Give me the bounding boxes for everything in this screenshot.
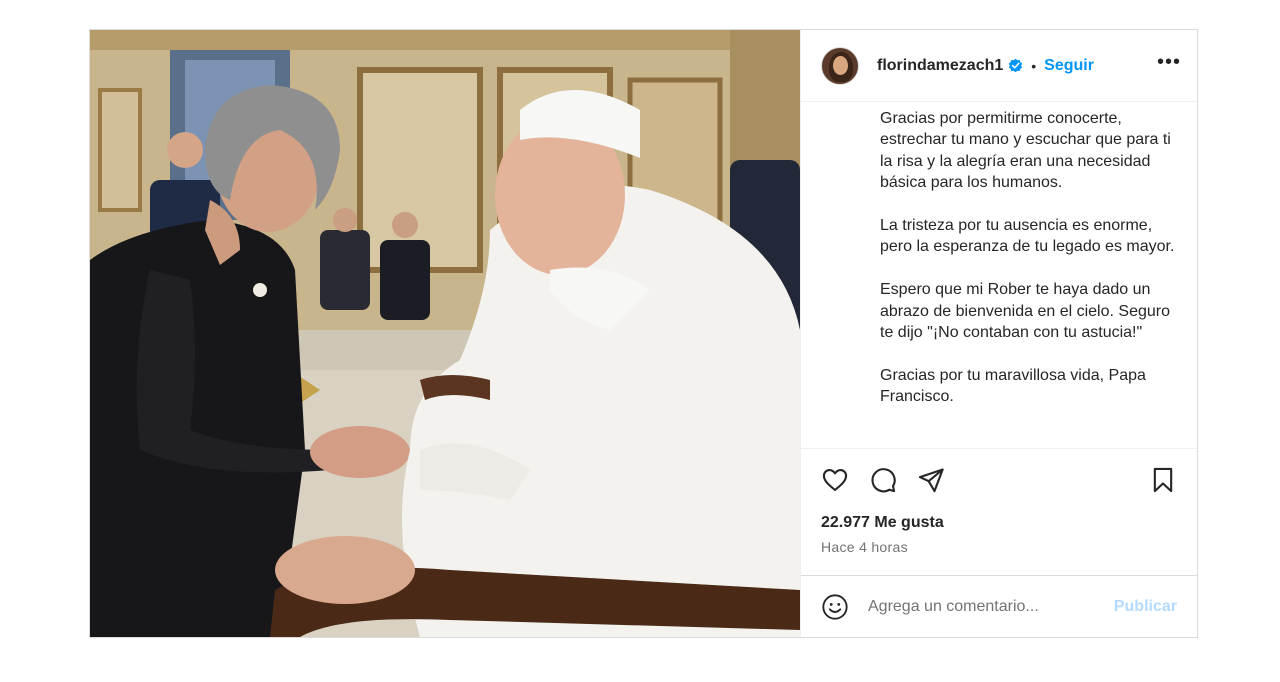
caption-paragraph: Espero que mi Rober te haya dado un abra…	[880, 281, 1170, 342]
instagram-post: florindamezach1 • Seguir ••• Gracias por…	[89, 29, 1198, 638]
username-link[interactable]: florindamezach1	[877, 57, 1003, 75]
heart-icon[interactable]	[821, 466, 849, 494]
caption-paragraph: La tristeza por tu ausencia es enorme, p…	[880, 217, 1175, 256]
share-icon[interactable]	[917, 466, 945, 494]
comment-input[interactable]	[868, 597, 1114, 616]
post-photo[interactable]	[90, 30, 800, 637]
likes-count[interactable]: 22.977 Me gusta	[801, 511, 1197, 535]
post-sidebar: florindamezach1 • Seguir ••• Gracias por…	[800, 30, 1197, 637]
caption-paragraph: Gracias por tu maravillosa vida, Papa Fr…	[880, 366, 1146, 406]
caption-paragraph: Gracias por permitirme conocerte, estrec…	[880, 110, 1171, 192]
post-actions	[801, 448, 1197, 511]
follow-button[interactable]: Seguir	[1044, 57, 1094, 75]
comment-box: Publicar	[801, 575, 1197, 637]
avatar[interactable]	[821, 46, 859, 85]
photo-illustration	[90, 30, 800, 637]
more-options-icon[interactable]: •••	[1157, 52, 1181, 80]
verified-badge-icon	[1008, 58, 1023, 73]
publish-button[interactable]: Publicar	[1114, 598, 1177, 616]
bookmark-icon[interactable]	[1149, 466, 1177, 494]
avatar-face	[833, 55, 848, 75]
post-timestamp[interactable]: Hace 4 horas	[801, 535, 1197, 575]
emoji-icon[interactable]	[821, 593, 849, 621]
post-header: florindamezach1 • Seguir •••	[801, 30, 1197, 102]
post-caption: Gracias por permitirme conocerte, estrec…	[801, 102, 1197, 448]
separator-dot: •	[1031, 57, 1037, 74]
comment-icon[interactable]	[869, 466, 897, 494]
